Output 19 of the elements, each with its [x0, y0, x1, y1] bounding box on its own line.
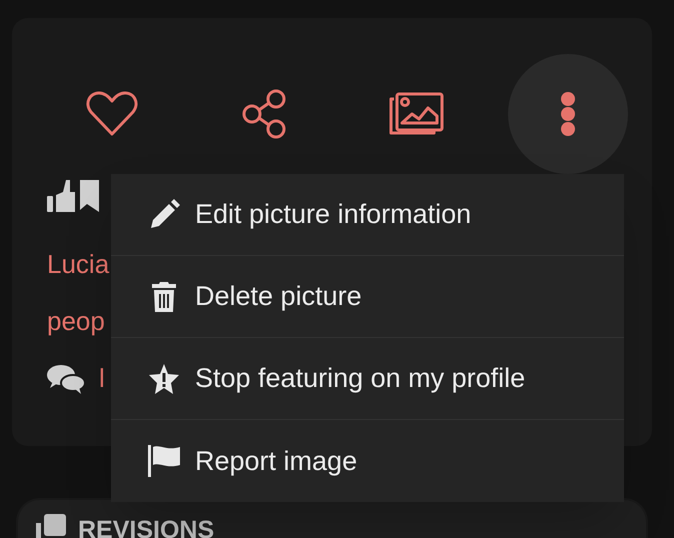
image-stack-icon	[388, 91, 444, 137]
menu-item[interactable]: Stop featuring on my profile	[111, 338, 624, 420]
share-icon	[241, 89, 287, 139]
thumbs-up-bookmark-icon	[47, 180, 99, 212]
copy-icon	[36, 514, 66, 538]
link-text[interactable]: Lucia	[47, 245, 110, 284]
heart-icon	[86, 91, 138, 137]
menu-item[interactable]: Delete picture	[111, 256, 624, 338]
comments-icon	[47, 364, 85, 394]
menu-item[interactable]: Edit picture information	[111, 174, 624, 256]
link-text[interactable]: peop	[47, 302, 105, 341]
star-alert-icon	[149, 364, 179, 394]
pencil-icon	[148, 198, 180, 230]
more-icon	[561, 92, 575, 136]
trash-icon	[151, 282, 177, 312]
menu-item[interactable]: Report image	[111, 420, 624, 502]
flag-icon	[148, 445, 180, 477]
section-title: REVISIONS	[78, 518, 214, 538]
comments-link[interactable]: l	[99, 359, 105, 398]
